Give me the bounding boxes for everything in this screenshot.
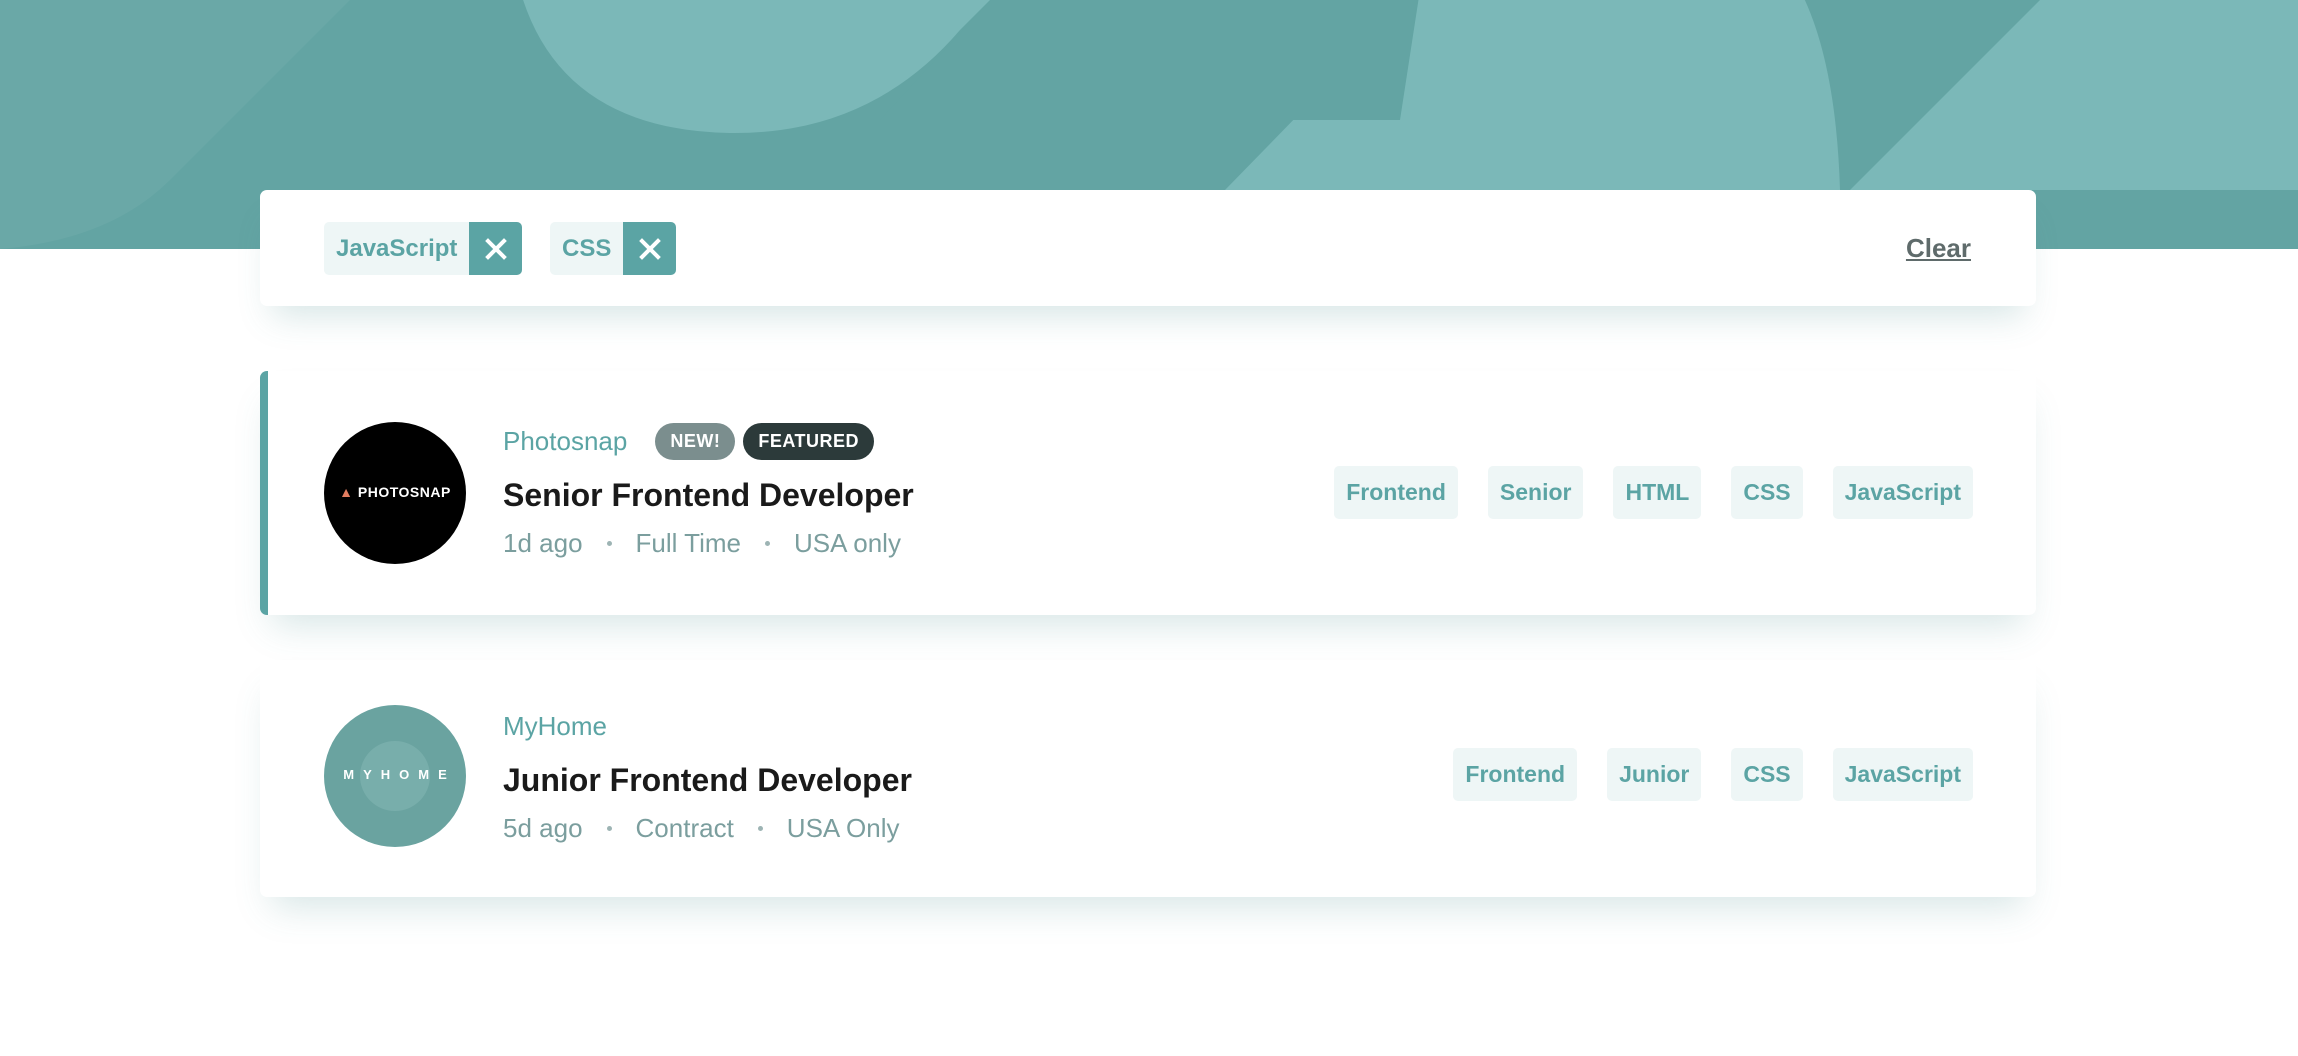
posted-at: 5d ago: [503, 813, 583, 843]
new-badge: NEW!: [655, 422, 736, 460]
job-tags: Frontend Junior CSS JavaScript: [1453, 748, 1973, 801]
job-meta: 5d ago Contract USA Only: [503, 810, 912, 846]
tag-javascript[interactable]: JavaScript: [1832, 748, 1973, 801]
job-card-photosnap: ▲ PHOTOSNAP Photosnap NEW! FEATURED Seni…: [260, 371, 2036, 615]
company-logo: ▲ PHOTOSNAP: [324, 422, 466, 564]
remove-filter-button[interactable]: [623, 222, 677, 275]
job-title[interactable]: Senior Frontend Developer: [503, 473, 914, 517]
tag-javascript[interactable]: JavaScript: [1832, 466, 1973, 519]
filter-bar: JavaScript CSS Clear: [260, 190, 2036, 306]
company-name: MyHome: [503, 710, 608, 741]
job-card-myhome: MYHOME MyHome Junior Frontend Developer …: [260, 660, 2036, 897]
company-logo: MYHOME: [324, 705, 466, 847]
company-name: Photosnap: [503, 425, 628, 456]
separator-dot: [765, 540, 770, 546]
job-location: USA only: [794, 528, 901, 558]
separator-dot: [757, 825, 763, 831]
filter-chip-css: CSS: [550, 222, 677, 275]
contract-type: Full Time: [635, 528, 741, 558]
company-row: MyHome: [503, 706, 912, 746]
job-location: USA Only: [786, 813, 900, 843]
tag-frontend[interactable]: Frontend: [1334, 466, 1458, 519]
remove-filter-button[interactable]: [469, 222, 523, 275]
logo-text: ▲ PHOTOSNAP: [339, 484, 451, 500]
job-info: MyHome Junior Frontend Developer 5d ago …: [503, 706, 912, 846]
logo-text: MYHOME: [343, 767, 456, 782]
job-title[interactable]: Junior Frontend Developer: [503, 758, 912, 802]
company-row: Photosnap NEW! FEATURED: [503, 421, 914, 461]
tag-senior[interactable]: Senior: [1487, 466, 1584, 519]
filter-chip-javascript: JavaScript: [324, 222, 523, 275]
posted-at: 1d ago: [503, 528, 583, 558]
job-meta: 1d ago Full Time USA only: [503, 525, 914, 561]
clear-filters-link[interactable]: Clear: [1906, 230, 1971, 266]
tag-html[interactable]: HTML: [1613, 466, 1702, 519]
separator-dot: [606, 540, 612, 546]
filter-chip-label: CSS: [550, 222, 624, 275]
tag-junior[interactable]: Junior: [1607, 748, 1702, 801]
close-icon: [485, 237, 507, 260]
tag-css[interactable]: CSS: [1731, 748, 1803, 801]
tag-frontend[interactable]: Frontend: [1453, 748, 1578, 801]
job-tags: Frontend Senior HTML CSS JavaScript: [1334, 466, 1973, 519]
close-icon: [639, 237, 661, 260]
featured-badge: FEATURED: [743, 422, 874, 460]
contract-type: Contract: [635, 813, 734, 843]
job-info: Photosnap NEW! FEATURED Senior Frontend …: [503, 421, 914, 561]
separator-dot: [606, 825, 612, 831]
filter-chip-label: JavaScript: [324, 222, 470, 275]
tag-css[interactable]: CSS: [1731, 466, 1803, 519]
